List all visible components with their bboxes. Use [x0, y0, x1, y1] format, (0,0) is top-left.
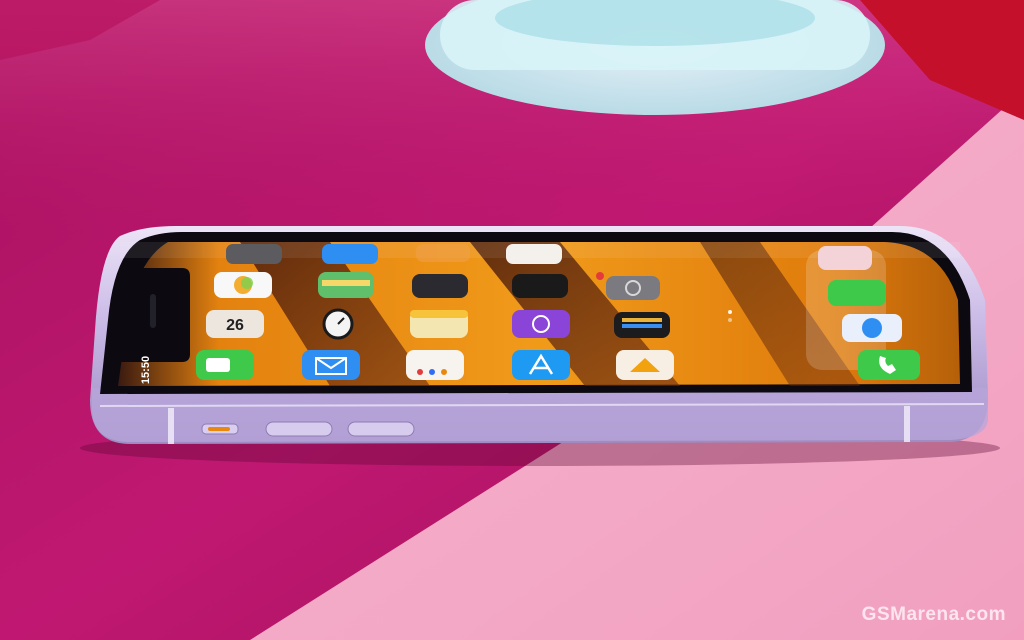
scene-graphic: 26	[0, 0, 1024, 640]
wallet-card	[622, 318, 662, 322]
facetime-camera	[206, 358, 230, 372]
status-bar-time: 15:50	[140, 355, 153, 385]
safari-compass	[862, 318, 882, 338]
calendar-day: 26	[226, 317, 244, 334]
notification-badge	[596, 272, 604, 280]
top-row-icon	[226, 244, 282, 264]
messages-icon	[828, 280, 886, 306]
reminders-icon	[406, 350, 464, 380]
photo-scene: 26 15:50 GSMarena.com	[0, 0, 1024, 640]
phone-app-icon	[858, 350, 920, 380]
mute-switch-orange	[208, 427, 230, 431]
music-icon	[818, 246, 872, 270]
top-row-icon	[416, 244, 470, 262]
tv-icon	[512, 274, 568, 298]
settings-icon	[606, 276, 660, 300]
maps-road	[322, 280, 370, 286]
top-row-icon	[322, 244, 378, 264]
antenna-band-right	[904, 406, 910, 442]
reminders-dot	[429, 369, 435, 375]
antenna-band-left	[168, 408, 174, 444]
volume-down-button	[347, 421, 415, 437]
photos-petal	[241, 277, 253, 289]
reminders-dot	[441, 369, 447, 375]
podcasts-icon	[512, 310, 570, 338]
top-row-icon	[506, 244, 562, 264]
reminders-dot	[417, 369, 423, 375]
earpiece	[150, 294, 156, 328]
wallet-card	[622, 324, 662, 328]
volume-up-button	[265, 421, 333, 437]
page-dot	[728, 318, 732, 322]
camera-icon	[412, 274, 468, 298]
notes-header	[410, 310, 468, 318]
mail-icon	[302, 350, 360, 380]
page-dot	[728, 310, 732, 314]
watermark: GSMarena.com	[861, 604, 1006, 625]
